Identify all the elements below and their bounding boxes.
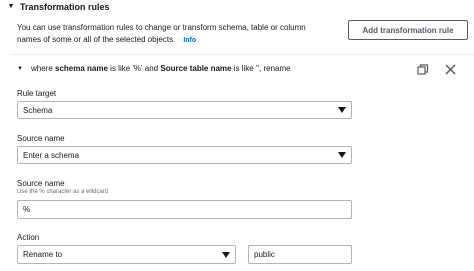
rule-header[interactable]: ▼ where schema name is like '%' and Sour… [17, 64, 291, 73]
rule-summary: where schema name is like '%' and Source… [31, 64, 291, 73]
dropdown-arrow-icon [338, 152, 346, 158]
close-icon[interactable] [444, 63, 457, 76]
add-transformation-rule-button[interactable]: Add transformation rule [348, 20, 468, 40]
source-schema-select[interactable]: Enter a schema [17, 146, 352, 164]
rule-target-select[interactable]: Schema [17, 101, 352, 119]
rule-target-label: Rule target [17, 89, 57, 98]
source-name-label: Source name [17, 179, 65, 188]
rename-to-value: public [254, 250, 275, 259]
section-title: Transformation rules [20, 2, 110, 12]
source-name-input[interactable]: % [17, 200, 352, 219]
caret-down-icon[interactable]: ▼ [6, 2, 16, 12]
wildcard-hint: Use the % character as a wildcard [17, 189, 109, 195]
source-name-value: % [23, 205, 31, 214]
rename-to-input[interactable]: public [248, 245, 352, 264]
transformation-rules-header[interactable]: ▼ Transformation rules [6, 2, 110, 12]
source-schema-placeholder: Enter a schema [23, 150, 80, 160]
info-link[interactable]: Info [183, 37, 196, 44]
copy-icon[interactable] [417, 64, 429, 76]
action-label: Action [17, 233, 40, 242]
rule-target-value: Schema [23, 105, 53, 115]
caret-down-icon[interactable]: ▼ [17, 66, 25, 72]
divider [12, 54, 474, 55]
action-value: Rename to [23, 250, 63, 259]
dropdown-arrow-icon [222, 251, 230, 258]
description-text: You can use transformation rules to chan… [17, 23, 306, 44]
section-description: You can use transformation rules to chan… [17, 22, 307, 47]
dropdown-arrow-icon [338, 107, 346, 113]
source-name-label: Source name [17, 134, 65, 143]
action-select[interactable]: Rename to [17, 245, 236, 264]
